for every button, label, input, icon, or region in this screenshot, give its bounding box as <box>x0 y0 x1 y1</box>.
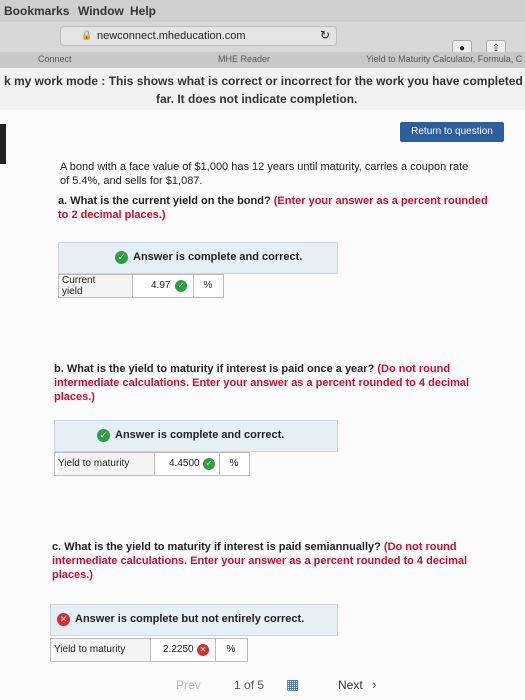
part-a-value[interactable]: 4.97 <box>151 280 170 291</box>
part-c-status-banner: ✕ Answer is complete but not entirely co… <box>50 604 338 636</box>
url-text: newconnect.mheducation.com <box>97 30 246 42</box>
check-icon: ✓ <box>203 458 215 470</box>
question-number-marker <box>0 124 6 164</box>
page-indicator: 1 of 5 <box>234 678 265 692</box>
part-c-label: Yield to maturity <box>54 639 151 661</box>
next-button[interactable]: Next <box>338 678 363 692</box>
part-a-unit: % <box>193 275 222 297</box>
part-c-status-text: Answer is complete but not entirely corr… <box>75 613 305 625</box>
menu-bookmarks[interactable]: Bookmarks <box>4 4 69 18</box>
check-work-banner: k my work mode : This shows what is corr… <box>0 68 525 110</box>
grid-icon[interactable]: ▦ <box>286 676 299 693</box>
tab-connect[interactable]: Connect <box>38 54 72 64</box>
part-b-status-banner: ✓ Answer is complete and correct. <box>54 420 338 452</box>
part-c-unit: % <box>215 639 246 661</box>
check-icon: ✓ <box>175 280 187 292</box>
banner-line-2: far. It does not indicate completion. <box>156 92 358 106</box>
banner-line-1: k my work mode : This shows what is corr… <box>4 74 525 88</box>
menu-bar: Bookmarks Window Help <box>0 0 525 22</box>
part-b-label: Yield to maturity <box>58 453 155 475</box>
chevron-right-icon[interactable]: › <box>372 676 377 692</box>
address-bar[interactable]: 🔒 newconnect.mheducation.com ↻ <box>60 26 337 46</box>
menu-window[interactable]: Window <box>78 4 124 18</box>
tab-bar: Connect MHE Reader Yield to Maturity Cal… <box>0 52 525 68</box>
error-icon: ✕ <box>197 644 209 656</box>
error-icon: ✕ <box>57 613 70 626</box>
part-c-answer-row: Yield to maturity 2.2250 ✕ % <box>50 638 248 662</box>
part-a-status-banner: ✓ Answer is complete and correct. <box>58 242 338 274</box>
part-b-status-text: Answer is complete and correct. <box>115 429 285 441</box>
tab-yield-calculator[interactable]: Yield to Maturity Calculator, Formula, C <box>366 54 522 64</box>
part-b-answer-row: Yield to maturity 4.4500 ✓ % <box>54 452 250 476</box>
part-a-status-text: Answer is complete and correct. <box>133 251 303 263</box>
return-to-question-button[interactable]: Return to question <box>400 122 504 142</box>
part-a-label: Current yield <box>62 275 133 297</box>
part-a-question: a. What is the current yield on the bond… <box>58 195 488 221</box>
reload-icon[interactable]: ↻ <box>320 28 330 42</box>
part-a-answer-row: Current yield 4.97 ✓ % <box>58 274 224 298</box>
check-icon: ✓ <box>115 251 128 264</box>
part-b-question: b. What is the yield to maturity if inte… <box>54 363 470 403</box>
tab-mhe-reader[interactable]: MHE Reader <box>218 54 270 64</box>
question-page: Return to question A bond with a face va… <box>0 110 525 700</box>
part-c-value[interactable]: 2.2250 <box>163 644 194 655</box>
check-icon: ✓ <box>97 429 110 442</box>
part-b-unit: % <box>219 453 248 475</box>
prev-button[interactable]: Prev <box>176 678 201 692</box>
lock-icon: 🔒 <box>81 30 93 40</box>
menu-help[interactable]: Help <box>130 4 156 18</box>
part-c-question: c. What is the yield to maturity if inte… <box>52 541 468 581</box>
part-b-value[interactable]: 4.4500 <box>169 458 200 469</box>
footer-navigation: Prev 1 of 5 ▦ Next › <box>0 670 525 700</box>
question-intro: A bond with a face value of $1,000 has 1… <box>60 161 469 187</box>
